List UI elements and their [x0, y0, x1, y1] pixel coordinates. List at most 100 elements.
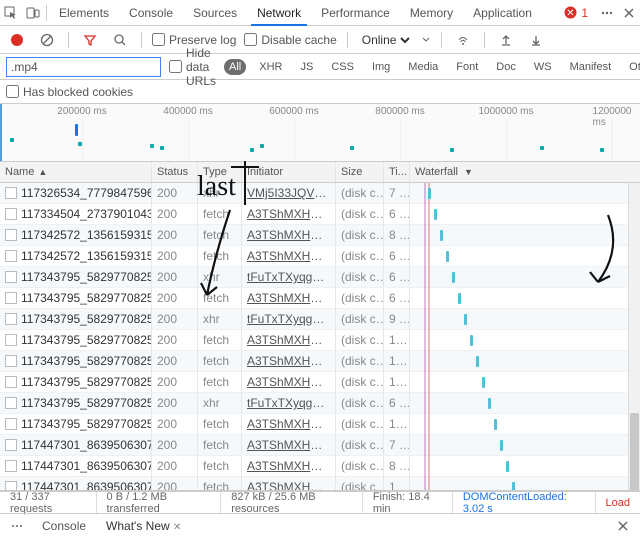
- more-icon[interactable]: [596, 2, 618, 24]
- initiator-link[interactable]: A3TShMXHOE…: [247, 375, 330, 389]
- col-type[interactable]: Type: [198, 162, 242, 182]
- filter-input[interactable]: [6, 57, 161, 77]
- error-badge[interactable]: ✕ 1: [564, 6, 588, 20]
- timeline-tick: 400000 ms: [163, 106, 212, 117]
- network-conditions-icon[interactable]: [452, 29, 474, 51]
- request-status: 200: [152, 372, 198, 392]
- tab-performance[interactable]: Performance: [311, 0, 400, 25]
- file-icon: [5, 397, 17, 409]
- table-row[interactable]: 117342572_1356159315320…200fetchA3TShMXH…: [0, 225, 640, 246]
- table-row[interactable]: 117447301_8639506307965…200fetchA3TShMXH…: [0, 435, 640, 456]
- disable-cache-checkbox[interactable]: Disable cache: [244, 33, 336, 47]
- request-name: 117343795_5829770825794…: [21, 312, 152, 326]
- initiator-link[interactable]: VMj5I33JQV6.j…: [247, 186, 330, 200]
- tab-network[interactable]: Network: [247, 0, 311, 25]
- col-status[interactable]: Status: [152, 162, 198, 182]
- initiator-link[interactable]: A3TShMXHOE…: [247, 249, 330, 263]
- initiator-link[interactable]: tFuTxTXyqgq.j…: [247, 270, 330, 284]
- col-name[interactable]: Name▲: [0, 162, 152, 182]
- separator: [347, 32, 348, 48]
- tab-console[interactable]: Console: [119, 0, 183, 25]
- download-har-icon[interactable]: [525, 29, 547, 51]
- table-row[interactable]: 117343795_5829770825794…200fetchA3TShMXH…: [0, 372, 640, 393]
- table-row[interactable]: 117343795_5829770825794…200xhrtFuTxTXyqg…: [0, 267, 640, 288]
- initiator-link[interactable]: A3TShMXHOE…: [247, 333, 330, 347]
- table-row[interactable]: 117343795_5829770825794…200fetchA3TShMXH…: [0, 414, 640, 435]
- col-time[interactable]: Ti...: [384, 162, 410, 182]
- request-type: fetch: [198, 330, 242, 350]
- timeline-tick: 600000 ms: [269, 106, 318, 117]
- initiator-link[interactable]: A3TShMXHOE…: [247, 354, 330, 368]
- table-row[interactable]: 117342572_1356159315320…200fetchA3TShMXH…: [0, 246, 640, 267]
- initiator-link[interactable]: A3TShMXHOE…: [247, 291, 330, 305]
- timeline-overview[interactable]: 200000 ms 400000 ms 600000 ms 800000 ms …: [0, 104, 640, 162]
- close-tab-icon[interactable]: ✕: [173, 522, 181, 533]
- filter-chip-css[interactable]: CSS: [326, 59, 359, 75]
- initiator-link[interactable]: A3TShMXHOE…: [247, 438, 330, 452]
- tab-memory[interactable]: Memory: [400, 0, 463, 25]
- upload-har-icon[interactable]: [495, 29, 517, 51]
- filter-chip-all[interactable]: All: [224, 59, 246, 75]
- filter-chip-media[interactable]: Media: [403, 59, 443, 75]
- waterfall-bar: [494, 419, 497, 430]
- waterfall-bar: [446, 251, 449, 262]
- search-icon[interactable]: [109, 29, 131, 51]
- more-icon[interactable]: [6, 515, 28, 537]
- table-row[interactable]: 117334504_2737901043122…200fetchA3TShMXH…: [0, 204, 640, 225]
- status-bar: 31 / 337 requests 0 B / 1.2 MB transferr…: [0, 491, 640, 513]
- table-row[interactable]: 117343795_5829770825794…200fetchA3TShMXH…: [0, 330, 640, 351]
- filter-chip-img[interactable]: Img: [367, 59, 395, 75]
- col-initiator[interactable]: Initiator: [242, 162, 336, 182]
- filter-chip-other[interactable]: Other: [624, 59, 640, 75]
- close-drawer-icon[interactable]: [612, 515, 634, 537]
- drawer-tab-whats-new[interactable]: What's New ✕: [100, 519, 187, 533]
- waterfall-bar: [482, 377, 485, 388]
- drawer-tab-console[interactable]: Console: [36, 519, 92, 533]
- request-name: 117447301_8639506307965…: [21, 459, 152, 473]
- tab-sources[interactable]: Sources: [183, 0, 247, 25]
- filter-chip-manifest[interactable]: Manifest: [565, 59, 617, 75]
- preserve-log-checkbox[interactable]: Preserve log: [152, 33, 236, 47]
- request-time: 6 …: [384, 393, 410, 413]
- filter-icon[interactable]: [79, 29, 101, 51]
- initiator-link[interactable]: A3TShMXHOE…: [247, 480, 330, 490]
- inspect-element-icon[interactable]: [0, 2, 22, 24]
- table-row[interactable]: 117343795_5829770825794…200xhrtFuTxTXyqg…: [0, 309, 640, 330]
- device-toolbar-icon[interactable]: [22, 2, 44, 24]
- initiator-link[interactable]: A3TShMXHOE…: [247, 417, 330, 431]
- initiator-link[interactable]: A3TShMXHOE…: [247, 459, 330, 473]
- status-finish: Finish: 18.4 min: [363, 492, 453, 513]
- throttling-select[interactable]: Online: [358, 32, 413, 48]
- table-row[interactable]: 117343795_5829770825794…200fetchA3TShMXH…: [0, 351, 640, 372]
- initiator-link[interactable]: tFuTxTXyqgq.j…: [247, 396, 330, 410]
- request-status: 200: [152, 309, 198, 329]
- filter-chip-xhr[interactable]: XHR: [254, 59, 287, 75]
- table-row[interactable]: 117343795_5829770825794…200fetchA3TShMXH…: [0, 288, 640, 309]
- request-size: (disk c…: [336, 309, 384, 329]
- filter-chip-ws[interactable]: WS: [529, 59, 557, 75]
- close-icon[interactable]: [618, 2, 640, 24]
- file-icon: [5, 229, 17, 241]
- clear-icon[interactable]: [36, 29, 58, 51]
- record-button[interactable]: [6, 29, 28, 51]
- timeline-tick: 1200000 ms: [593, 106, 632, 128]
- blocked-cookies-checkbox[interactable]: Has blocked cookies: [6, 85, 133, 99]
- separator: [141, 32, 142, 48]
- initiator-link[interactable]: A3TShMXHOE…: [247, 228, 330, 242]
- request-name: 117343795_5829770825794…: [21, 417, 152, 431]
- table-row[interactable]: 117326534_7779847596437…200xhrVMj5I33JQV…: [0, 183, 640, 204]
- request-type: xhr: [198, 393, 242, 413]
- initiator-link[interactable]: A3TShMXHOE…: [247, 207, 330, 221]
- filter-chip-doc[interactable]: Doc: [491, 59, 521, 75]
- filter-chip-font[interactable]: Font: [451, 59, 483, 75]
- table-row[interactable]: 117447301_8639506307965…200fetchA3TShMXH…: [0, 477, 640, 490]
- filter-bar: Hide data URLs All XHR JS CSS Img Media …: [0, 54, 640, 80]
- initiator-link[interactable]: tFuTxTXyqgq.j…: [247, 312, 330, 326]
- table-row[interactable]: 117447301_8639506307965…200fetchA3TShMXH…: [0, 456, 640, 477]
- col-size[interactable]: Size: [336, 162, 384, 182]
- col-waterfall[interactable]: Waterfall▼: [410, 162, 640, 182]
- tab-application[interactable]: Application: [463, 0, 542, 25]
- table-row[interactable]: 117343795_5829770825794…200xhrtFuTxTXyqg…: [0, 393, 640, 414]
- tab-elements[interactable]: Elements: [49, 0, 119, 25]
- filter-chip-js[interactable]: JS: [295, 59, 318, 75]
